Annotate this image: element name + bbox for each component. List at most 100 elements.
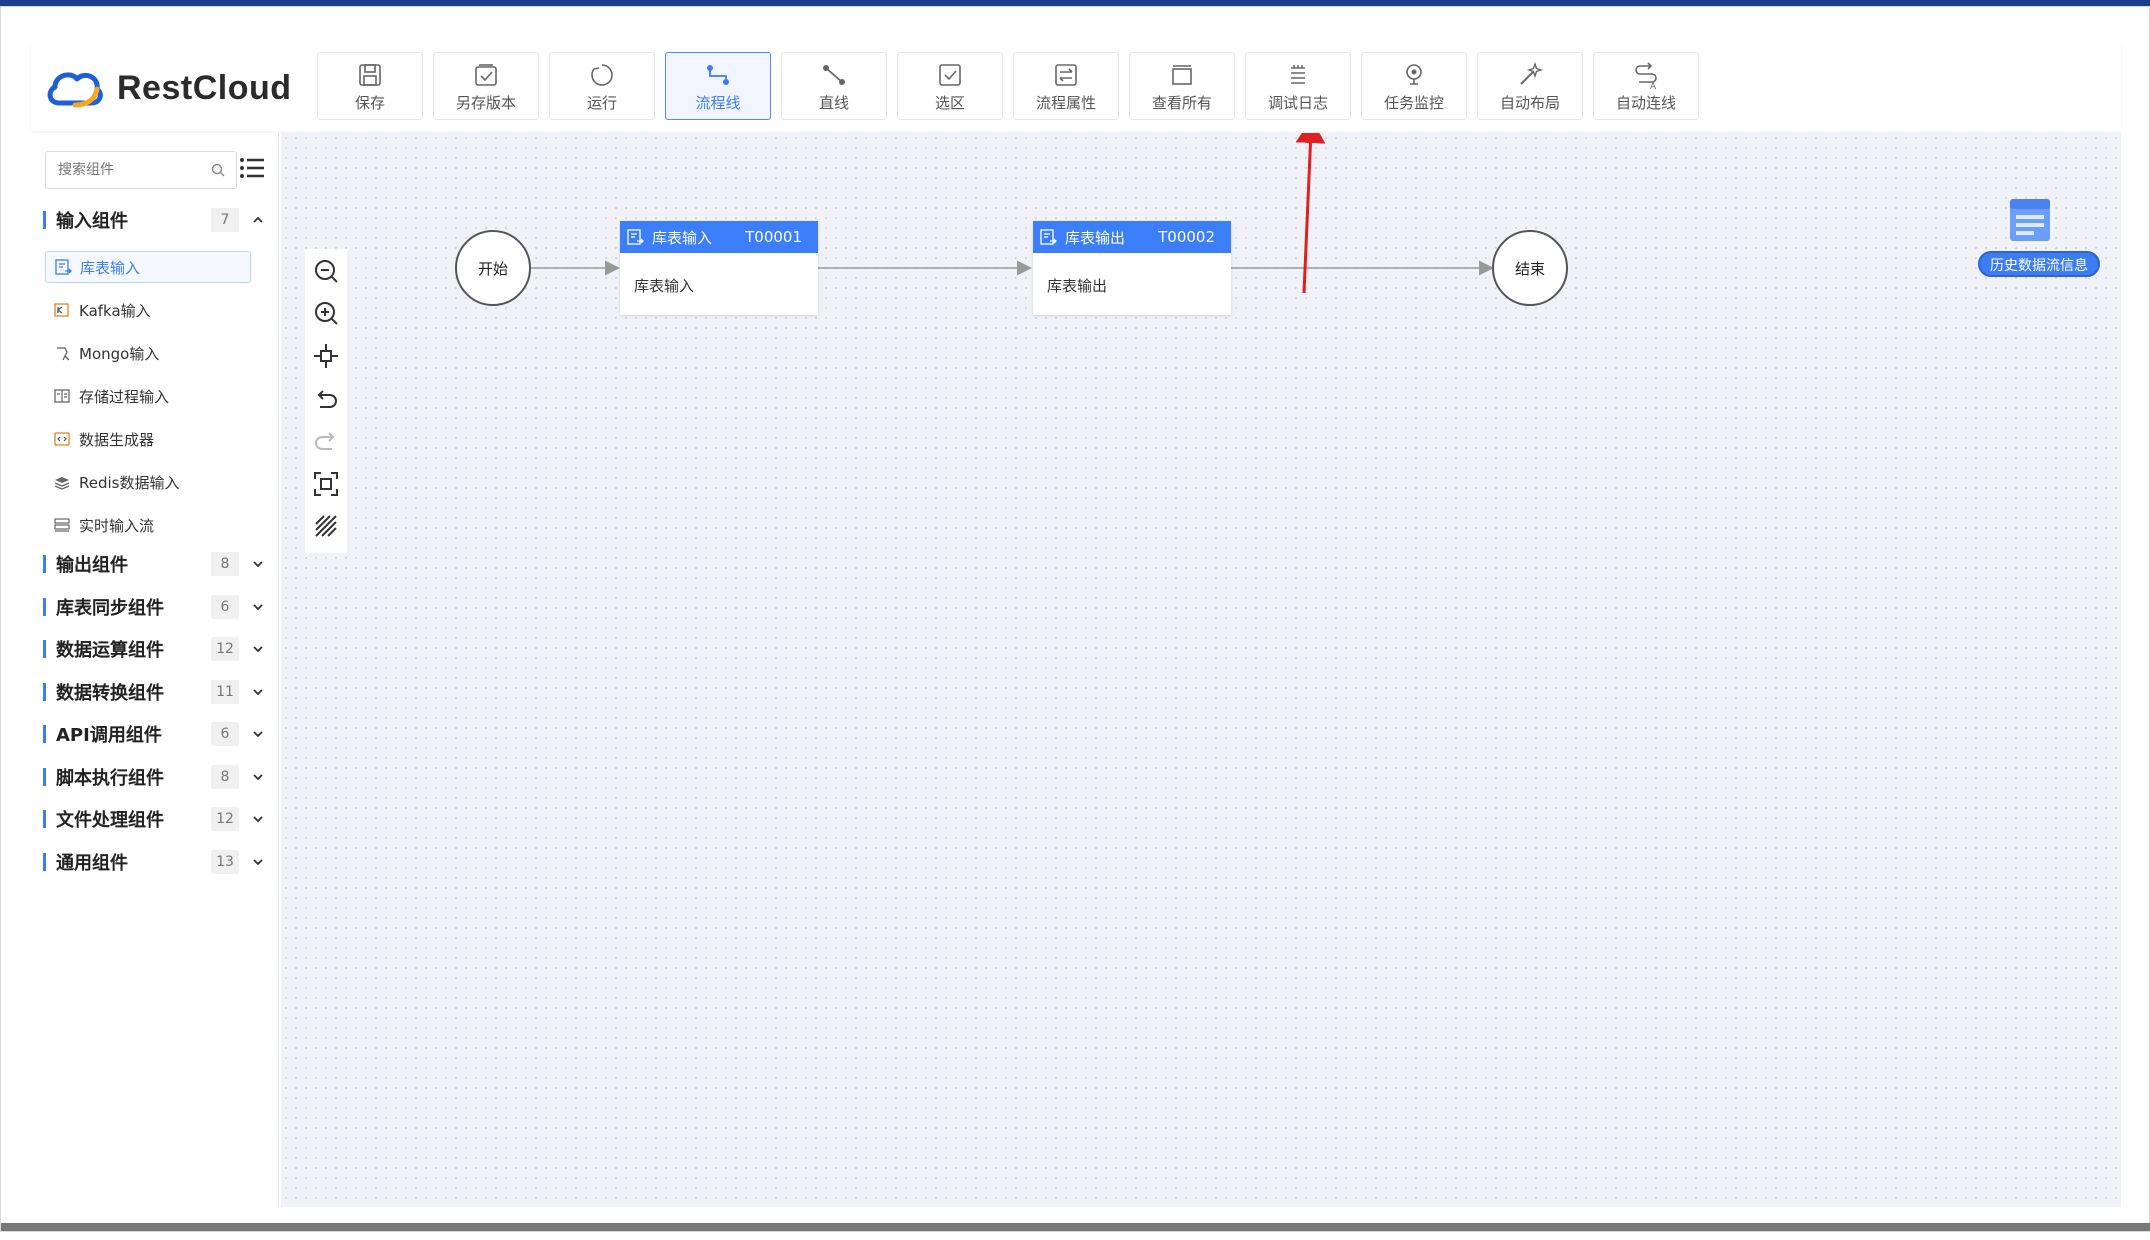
list-view-icon[interactable] — [239, 155, 265, 181]
view-all-label: 查看所有 — [1151, 93, 1212, 112]
component-item-data-generator[interactable]: 数据生成器 — [45, 423, 251, 455]
debug-log-label: 调试日志 — [1267, 93, 1328, 112]
fit-center-button[interactable] — [310, 340, 342, 372]
task-monitor-icon — [1406, 63, 1422, 85]
search-input[interactable] — [46, 152, 206, 188]
chevron-down-icon[interactable] — [251, 557, 265, 571]
auto-connect-label: 自动连线 — [1615, 93, 1676, 112]
component-item-label: Kafka输入 — [79, 301, 151, 320]
group-name: 数据转换组件 — [56, 683, 164, 704]
straight-line-button[interactable]: 直线 — [781, 52, 887, 120]
group-general-components[interactable]: 通用组件 13 — [31, 845, 279, 879]
logo-text: RestCloud — [117, 68, 292, 107]
group-output-components[interactable]: 输出组件 8 — [31, 547, 279, 581]
group-count: 12 — [211, 637, 239, 661]
search-icon[interactable] — [210, 162, 226, 178]
task-node-title: 库表输入 — [652, 228, 713, 247]
group-file-components[interactable]: 文件处理组件 12 — [31, 802, 279, 836]
grid-toggle-button[interactable] — [310, 510, 342, 542]
undo-button[interactable] — [310, 383, 342, 415]
task-node-id: T00001 — [745, 228, 802, 246]
view-all-button[interactable]: 查看所有 — [1129, 52, 1235, 120]
zoom-out-button[interactable] — [310, 255, 342, 287]
task-monitor-label: 任务监控 — [1383, 93, 1444, 112]
component-item-table-input[interactable]: 库表输入 — [45, 251, 251, 283]
chevron-up-icon[interactable] — [251, 213, 265, 227]
group-marker — [43, 853, 46, 871]
task-node-table-output[interactable]: 库表输出 T00002 库表输出 — [1033, 221, 1231, 315]
group-input-components[interactable]: 输入组件 7 — [31, 203, 279, 237]
chevron-down-icon[interactable] — [251, 727, 265, 741]
group-marker — [43, 640, 46, 658]
group-data-compute-components[interactable]: 数据运算组件 12 — [31, 632, 279, 666]
flow-properties-button[interactable]: 流程属性 — [1013, 52, 1119, 120]
fit-view-button[interactable] — [310, 468, 342, 500]
stream-icon — [54, 518, 70, 532]
flow-line-icon — [707, 64, 729, 85]
task-node-body: 库表输出 — [1047, 277, 1108, 295]
auto-connect-icon: A — [1635, 61, 1657, 90]
redis-icon — [54, 477, 70, 490]
select-area-button[interactable]: 选区 — [897, 52, 1003, 120]
group-marker — [43, 211, 46, 229]
straight-line-label: 直线 — [818, 93, 849, 112]
start-node[interactable]: 开始 — [455, 230, 531, 306]
group-data-transform-components[interactable]: 数据转换组件 11 — [31, 675, 279, 709]
save-icon — [359, 63, 381, 86]
logo: RestCloud — [45, 63, 292, 113]
save-version-button[interactable]: 另存版本 — [433, 52, 539, 120]
chevron-down-icon[interactable] — [251, 600, 265, 614]
component-item-procedure-input[interactable]: 存储过程输入 — [45, 380, 251, 412]
chevron-down-icon[interactable] — [251, 770, 265, 784]
flow-properties-label: 流程属性 — [1035, 93, 1096, 112]
view-all-icon — [1172, 64, 1192, 85]
mongo-icon — [57, 347, 70, 361]
flow-line-button[interactable]: 流程线 — [665, 52, 771, 120]
group-marker — [43, 555, 46, 573]
history-dataflow-label: 历史数据流信息 — [1978, 251, 2100, 277]
task-node-header: 库表输出 T00002 — [1033, 221, 1231, 253]
canvas-zoom-toolbar — [305, 249, 347, 553]
component-item-label: Mongo输入 — [79, 344, 160, 363]
table-input-icon — [627, 229, 644, 245]
group-script-components[interactable]: 脚本执行组件 8 — [31, 760, 279, 794]
component-item-redis-input[interactable]: Redis数据输入 — [45, 466, 251, 498]
zoom-in-button[interactable] — [310, 298, 342, 330]
redo-icon — [315, 432, 335, 451]
debug-log-button[interactable]: 调试日志 — [1245, 52, 1351, 120]
task-node-body: 库表输入 — [634, 277, 695, 295]
save-button[interactable]: 保存 — [317, 52, 423, 120]
run-label: 运行 — [586, 93, 617, 112]
task-node-header: 库表输入 T00001 — [620, 221, 818, 253]
component-sidebar: 输入组件 7 库表输入 Kafka输入 Mongo输入 存储过程输入 数据生成器… — [31, 133, 279, 1207]
component-item-label: 库表输入 — [80, 258, 141, 277]
task-monitor-button[interactable]: 任务监控 — [1361, 52, 1467, 120]
group-marker — [43, 598, 46, 616]
group-count: 6 — [211, 595, 239, 619]
table-input-icon — [55, 259, 72, 275]
generator-icon — [54, 432, 70, 446]
chevron-down-icon[interactable] — [251, 855, 265, 869]
group-api-call-components[interactable]: API调用组件 6 — [31, 717, 279, 751]
zoom-out-icon — [315, 259, 338, 283]
component-item-realtime-stream[interactable]: 实时输入流 — [45, 509, 251, 541]
component-item-kafka-input[interactable]: Kafka输入 — [45, 294, 251, 326]
component-item-mongo-input[interactable]: Mongo输入 — [45, 337, 251, 369]
chevron-down-icon[interactable] — [251, 642, 265, 656]
chevron-down-icon[interactable] — [251, 812, 265, 826]
task-node-title: 库表输出 — [1065, 228, 1126, 247]
task-node-table-input[interactable]: 库表输入 T00001 库表输入 — [620, 221, 818, 315]
end-node[interactable]: 结束 — [1492, 230, 1568, 306]
chevron-down-icon[interactable] — [251, 685, 265, 699]
run-button[interactable]: 运行 — [549, 52, 655, 120]
auto-connect-button[interactable]: A 自动连线 — [1593, 52, 1699, 120]
group-table-sync-components[interactable]: 库表同步组件 6 — [31, 590, 279, 624]
redo-button[interactable] — [310, 425, 342, 457]
group-name: 输出组件 — [56, 555, 128, 576]
auto-layout-button[interactable]: 自动布局 — [1477, 52, 1583, 120]
annotation-red-arrow — [1295, 133, 1326, 294]
flow-canvas[interactable]: 开始 库表输入 T00001 库表输入 库表输出 T00002 库表输出 结束 — [281, 133, 2121, 1207]
editor-window: RestCloud 保存 另存版本 运行 流程线 直线 选区 流程属性 查看所有… — [0, 6, 2150, 1232]
fit-center-icon — [314, 343, 338, 368]
history-dataflow-widget[interactable]: 历史数据流信息 — [1966, 195, 2106, 285]
